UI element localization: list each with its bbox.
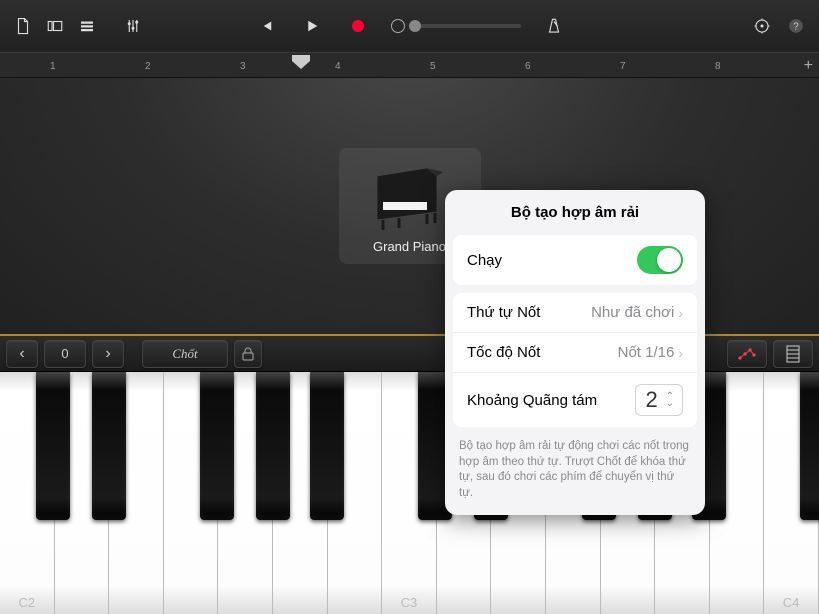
note-order-value: Như đã chơi (591, 304, 674, 321)
black-key[interactable] (36, 372, 70, 520)
playhead-icon[interactable] (292, 55, 310, 69)
ruler-mark: 7 (620, 61, 626, 72)
black-key[interactable] (92, 372, 126, 520)
metronome-icon[interactable] (541, 13, 567, 39)
note-order-row[interactable]: Thứ tự Nốt Như đã chơi› (453, 293, 697, 333)
popover-description: Bộ tạo hợp âm rải tự động chơi các nốt t… (445, 435, 705, 515)
file-icon[interactable] (10, 13, 36, 39)
keyboard-layout-button[interactable] (773, 340, 813, 368)
help-icon[interactable]: ? (783, 13, 809, 39)
ruler-mark: 1 (50, 61, 56, 72)
octave-range-label: Khoảng Quãng tám (467, 392, 597, 409)
arpeggiator-button[interactable] (727, 340, 767, 368)
mixer-icon[interactable] (120, 13, 146, 39)
chevron-right-icon: › (678, 305, 683, 321)
run-label: Chạy (467, 252, 502, 269)
arpeggiator-run-row: Chạy (453, 235, 697, 285)
octave-down-button[interactable]: ‹ (6, 340, 38, 368)
popover-arrow-icon (704, 342, 705, 360)
record-icon[interactable] (345, 13, 371, 39)
tracks-icon[interactable] (74, 13, 100, 39)
lock-icon[interactable] (234, 340, 262, 368)
ruler-mark: 3 (240, 61, 246, 72)
run-toggle[interactable] (637, 246, 683, 274)
ruler-mark: 5 (430, 61, 436, 72)
octave-range-value: 2 (644, 387, 660, 413)
ruler-mark: 8 (715, 61, 721, 72)
black-key[interactable] (310, 372, 344, 520)
master-slider-knob-outer[interactable] (391, 19, 405, 33)
ruler-mark: 6 (525, 61, 531, 72)
chevron-down-icon[interactable]: ⌄ (666, 400, 674, 407)
ruler-mark: 4 (335, 61, 341, 72)
chevron-right-icon: › (678, 345, 683, 361)
piano-icon (365, 158, 455, 233)
octave-up-button[interactable]: › (92, 340, 124, 368)
play-icon[interactable] (299, 13, 325, 39)
note-rate-value: Nốt 1/16 (618, 344, 675, 361)
octave-value[interactable]: 0 (44, 340, 86, 368)
arpeggiator-popover: Bộ tạo hợp âm rải Chạy Thứ tự Nốt Như đã… (445, 190, 705, 515)
svg-text:?: ? (793, 21, 799, 32)
black-key[interactable] (800, 372, 819, 520)
octave-range-stepper[interactable]: 2 ⌃⌄ (635, 384, 683, 416)
prev-icon[interactable] (253, 13, 279, 39)
note-rate-label: Tốc độ Nốt (467, 344, 540, 361)
note-rate-row[interactable]: Tốc độ Nốt Nốt 1/16› (453, 333, 697, 373)
browser-icon[interactable] (42, 13, 68, 39)
ruler-mark: 2 (145, 61, 151, 72)
note-order-label: Thứ tự Nốt (467, 304, 540, 321)
octave-range-row: Khoảng Quãng tám 2 ⌃⌄ (453, 373, 697, 427)
black-key[interactable] (256, 372, 290, 520)
settings-icon[interactable] (749, 13, 775, 39)
black-key[interactable] (200, 372, 234, 520)
timeline-ruler[interactable]: 1 2 3 4 5 6 7 8 + (0, 52, 819, 78)
master-slider[interactable] (411, 24, 521, 28)
latch-button[interactable]: Chốt (142, 340, 228, 368)
popover-title: Bộ tạo hợp âm rải (445, 190, 705, 235)
add-section-icon[interactable]: + (804, 57, 813, 75)
